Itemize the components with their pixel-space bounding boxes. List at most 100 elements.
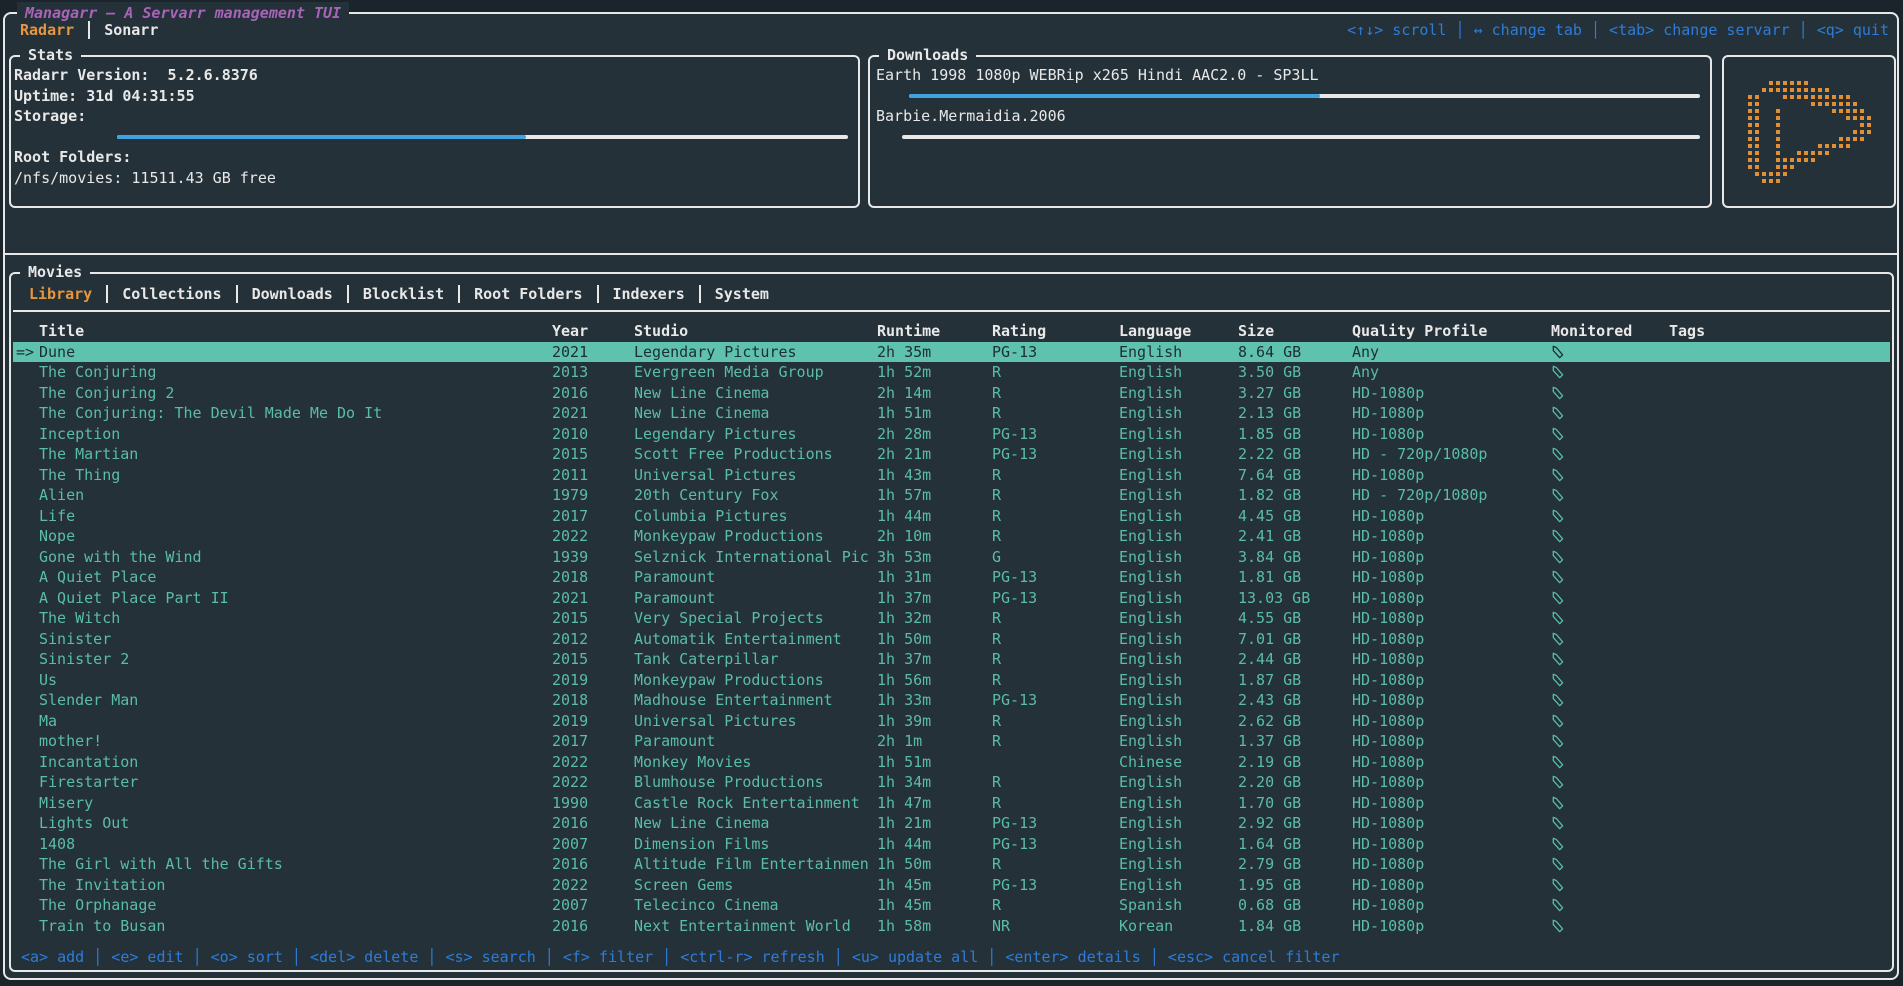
movie-language: English (1119, 362, 1230, 383)
movie-size: 1.70 GB (1238, 793, 1344, 814)
table-row[interactable]: =>Dune2021Legendary Pictures2h 35mPG-13E… (13, 342, 1890, 363)
movie-title: Us (39, 670, 544, 691)
monitored-icon (1551, 588, 1661, 609)
movie-size: 8.64 GB (1238, 342, 1344, 363)
column-header-quality-profile: Quality Profile (1352, 321, 1543, 342)
table-row[interactable]: Alien197920th Century Fox1h 57mREnglish1… (13, 485, 1890, 506)
table-row[interactable]: The Martian2015Scott Free Productions2h … (13, 444, 1890, 465)
movie-title: 1408 (39, 834, 544, 855)
movie-tags (1669, 854, 1849, 875)
tab-indexers[interactable]: Indexers (607, 285, 691, 303)
movie-language: English (1119, 465, 1230, 486)
servarr-tab-sonarr[interactable]: Sonarr (98, 21, 164, 39)
movie-quality-profile: HD-1080p (1352, 506, 1543, 527)
movie-quality-profile: HD-1080p (1352, 629, 1543, 650)
table-row[interactable]: 14082007Dimension Films1h 44mPG-13Englis… (13, 834, 1890, 855)
movie-title: The Girl with All the Gifts (39, 854, 544, 875)
table-row[interactable]: Ma2019Universal Pictures1h 39mREnglish2.… (13, 711, 1890, 732)
table-row[interactable]: Nope2022Monkeypaw Productions2h 10mREngl… (13, 526, 1890, 547)
movie-quality-profile: HD-1080p (1352, 649, 1543, 670)
monitored-icon (1551, 854, 1661, 875)
tab-library[interactable]: Library (23, 285, 98, 303)
movie-tags (1669, 711, 1849, 732)
movie-runtime: 1h 50m (877, 854, 984, 875)
table-row[interactable]: The Conjuring 22016New Line Cinema2h 14m… (13, 383, 1890, 404)
movie-tags (1669, 670, 1849, 691)
movie-year: 2021 (552, 588, 626, 609)
tab-system[interactable]: System (709, 285, 775, 303)
servarr-tab-radarr[interactable]: Radarr (14, 21, 80, 39)
movie-tags (1669, 526, 1849, 547)
table-row[interactable]: Lights Out2016New Line Cinema1h 21mPG-13… (13, 813, 1890, 834)
movie-runtime: 1h 51m (877, 752, 984, 773)
tab-root-folders[interactable]: Root Folders (468, 285, 588, 303)
table-row[interactable]: Us2019Monkeypaw Productions1h 56mREnglis… (13, 670, 1890, 691)
table-row[interactable]: Train to Busan2016Next Entertainment Wor… (13, 916, 1890, 937)
movie-rating (992, 752, 1111, 773)
movie-quality-profile: HD-1080p (1352, 895, 1543, 916)
movie-size: 0.68 GB (1238, 895, 1344, 916)
table-row[interactable]: The Thing2011Universal Pictures1h 43mREn… (13, 465, 1890, 486)
table-row[interactable]: mother!2017Paramount2h 1mREnglish1.37 GB… (13, 731, 1890, 752)
movie-language: English (1119, 424, 1230, 445)
table-row[interactable]: Sinister2012Automatik Entertainment1h 50… (13, 629, 1890, 650)
movie-runtime: 2h 21m (877, 444, 984, 465)
monitored-icon (1551, 711, 1661, 732)
table-row[interactable]: Slender Man2018Madhouse Entertainment1h … (13, 690, 1890, 711)
table-row[interactable]: The Girl with All the Gifts2016Altitude … (13, 854, 1890, 875)
monitored-icon (1551, 342, 1661, 363)
movie-size: 1.84 GB (1238, 916, 1344, 937)
monitored-icon (1551, 526, 1661, 547)
table-row[interactable]: Sinister 22015Tank Caterpillar1h 37mREng… (13, 649, 1890, 670)
table-row[interactable]: The Conjuring2013Evergreen Media Group1h… (13, 362, 1890, 383)
movie-tags (1669, 506, 1849, 527)
tab-blocklist[interactable]: Blocklist (357, 285, 450, 303)
movie-size: 1.82 GB (1238, 485, 1344, 506)
table-row[interactable]: Life2017Columbia Pictures1h 44mREnglish4… (13, 506, 1890, 527)
movie-title: The Conjuring: The Devil Made Me Do It (39, 403, 544, 424)
movie-rating: PG-13 (992, 834, 1111, 855)
table-row[interactable]: The Conjuring: The Devil Made Me Do It20… (13, 403, 1890, 424)
movie-studio: Paramount (634, 588, 871, 609)
tab-separator (236, 285, 238, 303)
selection-marker (16, 506, 39, 527)
movie-runtime: 1h 45m (877, 895, 984, 916)
table-row[interactable]: The Witch2015Very Special Projects1h 32m… (13, 608, 1890, 629)
table-row[interactable]: The Orphanage2007Telecinco Cinema1h 45mR… (13, 895, 1890, 916)
tab-downloads[interactable]: Downloads (246, 285, 339, 303)
movie-title: The Invitation (39, 875, 544, 896)
table-row[interactable]: Firestarter2022Blumhouse Productions1h 3… (13, 772, 1890, 793)
table-row[interactable]: Inception2010Legendary Pictures2h 28mPG-… (13, 424, 1890, 445)
table-row[interactable]: A Quiet Place Part II2021Paramount1h 37m… (13, 588, 1890, 609)
stats-uptime: Uptime: 31d 04:31:55 (14, 86, 848, 107)
movie-title: The Conjuring 2 (39, 383, 544, 404)
table-row[interactable]: A Quiet Place2018Paramount1h 31mPG-13Eng… (13, 567, 1890, 588)
movie-title: Inception (39, 424, 544, 445)
movie-quality-profile: HD-1080p (1352, 834, 1543, 855)
movie-runtime: 1h 47m (877, 793, 984, 814)
column-header-year: Year (552, 321, 626, 342)
movie-title: Sinister (39, 629, 544, 650)
movie-year: 2016 (552, 383, 626, 404)
table-row[interactable]: Gone with the Wind1939Selznick Internati… (13, 547, 1890, 568)
monitored-icon (1551, 895, 1661, 916)
movie-language: English (1119, 608, 1230, 629)
table-row[interactable]: Misery1990Castle Rock Entertainment1h 47… (13, 793, 1890, 814)
movie-studio: Scott Free Productions (634, 444, 871, 465)
movie-studio: Paramount (634, 567, 871, 588)
movie-year: 2019 (552, 711, 626, 732)
movie-runtime: 1h 50m (877, 629, 984, 650)
movie-runtime: 1h 43m (877, 465, 984, 486)
movie-size: 2.41 GB (1238, 526, 1344, 547)
tab-collections[interactable]: Collections (116, 285, 227, 303)
movie-tags (1669, 813, 1849, 834)
movie-runtime: 1h 57m (877, 485, 984, 506)
column-header-tags: Tags (1669, 321, 1849, 342)
movie-language: English (1119, 813, 1230, 834)
table-row[interactable]: Incantation2022Monkey Movies1h 51mChines… (13, 752, 1890, 773)
movie-year: 2017 (552, 506, 626, 527)
movie-studio: Paramount (634, 731, 871, 752)
movie-studio: Blumhouse Productions (634, 772, 871, 793)
monitored-icon (1551, 465, 1661, 486)
table-row[interactable]: The Invitation2022Screen Gems1h 45mPG-13… (13, 875, 1890, 896)
